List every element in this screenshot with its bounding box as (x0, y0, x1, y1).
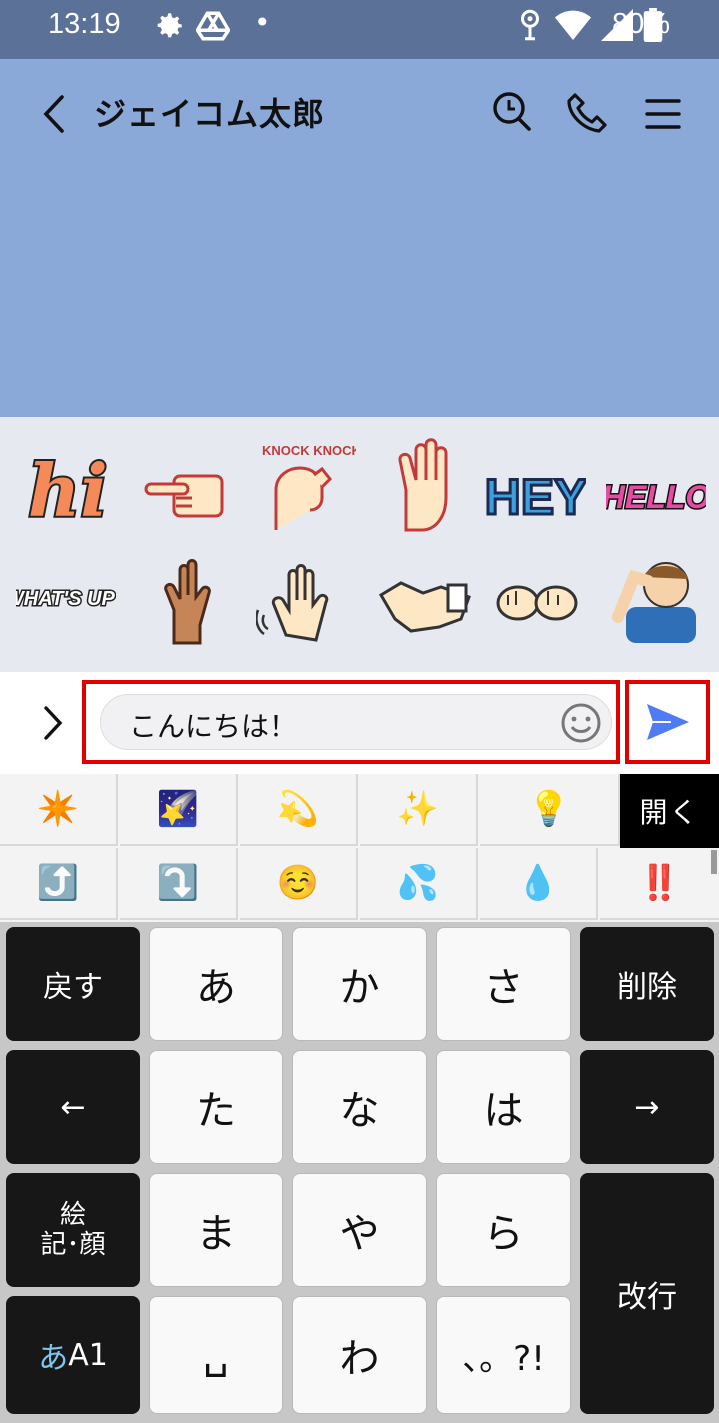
input-row: こんにちは！ (0, 672, 719, 774)
space-key[interactable]: ␣ (149, 1296, 283, 1414)
status-bar: 13:19 • 80% (0, 0, 719, 59)
message-input-value: こんにちは！ (129, 710, 298, 743)
enter-key[interactable]: 改行 (580, 1173, 714, 1414)
hi-text: hi (28, 448, 108, 533)
hi-sticker[interactable]: hi (16, 443, 116, 538)
emoji-suggestion[interactable]: ⤵️ (120, 848, 238, 920)
wifi-icon (555, 10, 591, 40)
back-button[interactable] (34, 89, 74, 139)
emoji-suggestion[interactable]: ⤴️ (0, 848, 118, 920)
emoji-suggestion[interactable]: ‼️ (600, 848, 719, 920)
gear-icon (152, 9, 186, 47)
call-button[interactable] (565, 89, 609, 137)
send-highlight (625, 680, 710, 764)
smile-icon (561, 703, 601, 743)
emoji-suggestion[interactable]: 💦 (360, 848, 478, 920)
message-input[interactable]: こんにちは！ (100, 694, 612, 750)
right-arrow-key[interactable]: → (580, 1050, 714, 1164)
phone-icon (567, 93, 607, 133)
emoji-suggestion[interactable]: ✴️ (0, 774, 118, 846)
kana-key-ha[interactable]: は (436, 1050, 571, 1164)
send-button[interactable] (643, 698, 691, 746)
expand-button[interactable] (36, 702, 70, 744)
punctuation-key[interactable]: 、。?! (436, 1296, 571, 1414)
emoji-face-key[interactable]: 絵 記･顔 (6, 1173, 140, 1287)
emoji-suggestion[interactable]: ✨ (360, 774, 478, 846)
input-highlight: こんにちは！ (82, 680, 620, 764)
battery-percent: 80% (612, 8, 671, 40)
hello-sticker[interactable]: HELLO (606, 443, 706, 538)
handshake-sticker[interactable] (376, 552, 476, 647)
mode-alnum: A1 (68, 1337, 108, 1373)
mode-kana: あ (38, 1341, 69, 1376)
emoji-suggestion[interactable]: 💡 (480, 774, 620, 846)
finger-point-sticker[interactable] (136, 443, 236, 538)
input-mode-key[interactable]: あ A1 (6, 1296, 140, 1414)
kana-key-ya[interactable]: や (292, 1173, 427, 1287)
menu-button[interactable] (643, 89, 687, 137)
open-button[interactable]: 開く (620, 774, 719, 848)
whats-up-text: WHAT'S UP? (16, 588, 116, 610)
hey-sticker[interactable]: HEY (486, 443, 586, 538)
emoji-button[interactable] (559, 701, 603, 745)
chat-message-area (0, 169, 719, 417)
delete-key[interactable]: 削除 (580, 927, 714, 1041)
app: 13:19 • 80% ジェイコム太郎 hi KNOCK KNOCK HEY H… (0, 0, 719, 1423)
left-arrow-key[interactable]: ← (6, 1050, 140, 1164)
keyboard: 戻す ← 絵 記･顔 あ A1 あ か さ た な は ま や ら ␣ わ 、。?… (0, 922, 719, 1423)
hello-text: HELLO (606, 479, 706, 515)
kana-key-wa[interactable]: わ (292, 1296, 427, 1414)
kana-key-sa[interactable]: さ (436, 927, 571, 1041)
kana-key-ra[interactable]: ら (436, 1173, 571, 1287)
chat-header: ジェイコム太郎 (0, 59, 719, 169)
salute-man-sticker[interactable] (606, 547, 706, 643)
emoji-key-line1: 絵 (59, 1200, 86, 1230)
kana-key-na[interactable]: な (292, 1050, 427, 1164)
hand-wave-sticker[interactable] (376, 437, 476, 532)
status-time: 13:19 (48, 8, 121, 40)
emoji-suggestion[interactable]: ☺️ (240, 848, 358, 920)
hey-text: HEY (486, 469, 586, 525)
raised-hand-sticker[interactable] (136, 552, 236, 647)
kana-key-ka[interactable]: か (292, 927, 427, 1041)
kana-key-ma[interactable]: ま (149, 1173, 283, 1287)
kana-key-ta[interactable]: た (149, 1050, 283, 1164)
drive-icon (195, 10, 231, 46)
expand-icon (44, 706, 63, 740)
knock-knock-sticker[interactable]: KNOCK KNOCK (256, 437, 356, 532)
open-hands-sticker[interactable] (486, 552, 586, 647)
sticker-suggestions: hi KNOCK KNOCK HEY HELLO WHAT'S UP? (0, 417, 719, 1072)
emoji-key-line2: 記･顔 (40, 1230, 106, 1260)
back-icon (43, 95, 64, 133)
hotspot-icon (521, 9, 539, 41)
kana-key-a[interactable]: あ (149, 927, 283, 1041)
emoji-suggestion[interactable]: 💧 (480, 848, 598, 920)
undo-key[interactable]: 戻す (6, 927, 140, 1041)
emoji-suggestion[interactable]: 💫 (240, 774, 358, 846)
emoji-suggestion[interactable]: 🌠 (120, 774, 238, 846)
search-button[interactable] (490, 89, 534, 137)
scroll-indicator[interactable] (711, 850, 717, 874)
notification-dot: • (254, 6, 271, 39)
send-icon (647, 704, 689, 740)
waving-hand-sticker[interactable] (256, 552, 356, 647)
chat-title: ジェイコム太郎 (94, 95, 326, 133)
knock-text: KNOCK KNOCK (262, 443, 356, 458)
whats-up-sticker[interactable]: WHAT'S UP? (16, 552, 116, 647)
search-icon (493, 92, 531, 131)
menu-icon (645, 99, 681, 129)
emoji-suggestion-bar: ✴️ 🌠 💫 ✨ 💡 開く ⤴️ ⤵️ ☺️ 💦 💧 ‼️ (0, 774, 719, 922)
